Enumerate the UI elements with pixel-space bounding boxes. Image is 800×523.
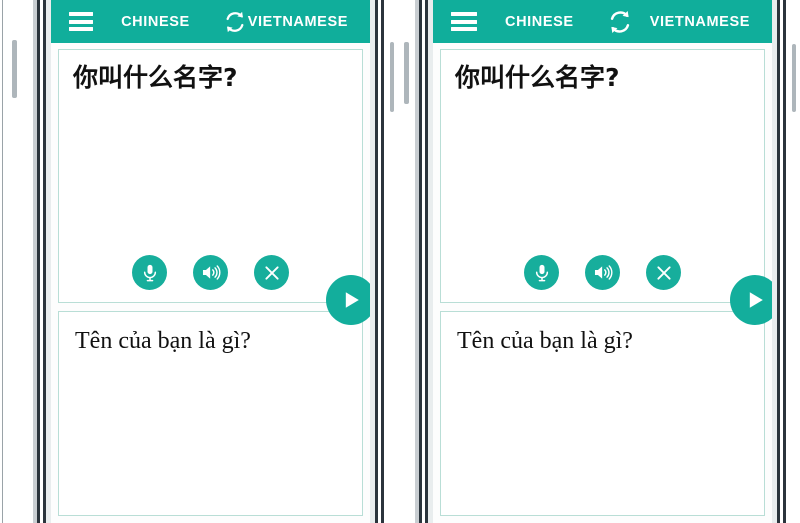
speak-button[interactable]: [193, 255, 228, 290]
swap-languages-icon[interactable]: [222, 8, 248, 36]
device2-frame-left-4: [422, 0, 425, 523]
device-frame-left-1: [3, 0, 33, 523]
source-text[interactable]: 你叫什么名字?: [59, 50, 362, 93]
close-icon: [264, 265, 279, 280]
hamburger-bar-2: [451, 19, 477, 24]
source-text-panel[interactable]: 你叫什么名字?: [58, 49, 363, 303]
target-text-panel[interactable]: Tên của bạn là gì?: [440, 311, 765, 516]
device-frame-left-4: [40, 0, 43, 523]
microphone-icon: [143, 264, 156, 281]
device2-frame-left-2: [415, 0, 419, 523]
source-language-selector[interactable]: CHINESE: [121, 14, 190, 30]
send-arrow-icon: [345, 292, 359, 308]
microphone-button[interactable]: [524, 255, 559, 290]
clear-button[interactable]: [254, 255, 289, 290]
device-frame-right-2: [375, 0, 378, 523]
device2-frame-right-2: [777, 0, 780, 523]
phone-mockup-left: CHINESE VIETNAMESE 你叫什么名字? Tên của bạn l…: [0, 0, 400, 523]
phone-screen-right: CHINESE VIETNAMESE 你叫什么名字? Tên của bạn l…: [433, 0, 772, 523]
microphone-icon: [535, 264, 548, 281]
speak-button[interactable]: [585, 255, 620, 290]
device2-frame-right-1: [772, 0, 777, 523]
swap-languages-icon[interactable]: [606, 8, 634, 36]
hamburger-bar-3: [451, 27, 477, 31]
device-outer-edge-left: [2, 0, 3, 523]
device-frame-right-4: [381, 0, 384, 523]
source-action-row: [59, 255, 362, 290]
app-header-bar: CHINESE VIETNAMESE: [51, 0, 370, 43]
phone-screen-left: CHINESE VIETNAMESE 你叫什么名字? Tên của bạn l…: [51, 0, 370, 523]
translation-body: 你叫什么名字? Tên của bạn là gì?: [433, 43, 772, 523]
device-frame-left-2: [33, 0, 37, 523]
hamburger-bar-2: [69, 19, 94, 24]
source-text-panel[interactable]: 你叫什么名字?: [440, 49, 765, 303]
speaker-icon: [594, 265, 613, 280]
device-frame-left-3: [37, 0, 40, 523]
target-language-selector[interactable]: VIETNAMESE: [650, 14, 750, 30]
device-frame-left-5: [43, 0, 46, 523]
app-header-bar: CHINESE VIETNAMESE: [433, 0, 772, 43]
device2-frame-right-4: [783, 0, 786, 523]
hamburger-bar-1: [451, 12, 477, 16]
send-button[interactable]: [326, 275, 370, 325]
source-language-selector[interactable]: CHINESE: [505, 14, 574, 30]
target-text: Tên của bạn là gì?: [457, 328, 633, 354]
power-button-left[interactable]: [390, 42, 394, 112]
source-text[interactable]: 你叫什么名字?: [441, 50, 764, 93]
microphone-button[interactable]: [132, 255, 167, 290]
power-button-right[interactable]: [792, 44, 796, 112]
device2-frame-right-3: [780, 0, 783, 523]
hamburger-menu-icon[interactable]: [451, 12, 477, 31]
hamburger-bar-1: [69, 12, 94, 16]
send-arrow-icon: [749, 292, 763, 308]
target-language-selector[interactable]: VIETNAMESE: [248, 14, 348, 30]
hamburger-menu-icon[interactable]: [69, 12, 94, 31]
device2-frame-left-3: [419, 0, 422, 523]
source-action-row: [441, 255, 764, 290]
hamburger-bar-3: [69, 27, 94, 31]
clear-button[interactable]: [646, 255, 681, 290]
target-text: Tên của bạn là gì?: [75, 328, 251, 354]
target-text-panel[interactable]: Tên của bạn là gì?: [58, 311, 363, 516]
device2-frame-left-5: [425, 0, 428, 523]
phone-mockup-right: CHINESE VIETNAMESE 你叫什么名字? Tên của bạn l…: [400, 0, 800, 523]
speaker-icon: [202, 265, 221, 280]
close-icon: [656, 265, 671, 280]
screenshot-stage: CHINESE VIETNAMESE 你叫什么名字? Tên của bạn l…: [0, 0, 800, 523]
device-frame-right-3: [378, 0, 381, 523]
volume-rocker-button-right[interactable]: [404, 42, 409, 104]
device-frame-right-1: [370, 0, 375, 523]
volume-rocker-button-left[interactable]: [12, 40, 17, 98]
translation-body: 你叫什么名字? Tên của bạn là gì?: [51, 43, 370, 523]
send-button[interactable]: [730, 275, 772, 325]
